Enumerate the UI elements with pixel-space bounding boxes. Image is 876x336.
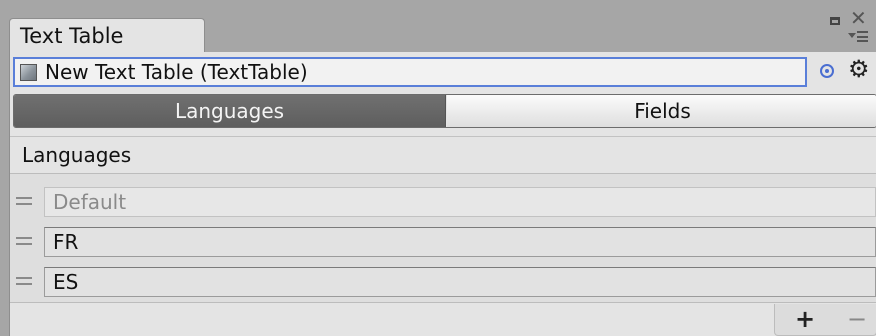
languages-list: Default FR ES [10, 173, 876, 303]
window-controls: ✕ [822, 6, 872, 48]
object-field[interactable]: New Text Table (TextTable) [13, 57, 807, 87]
section-divider [10, 136, 876, 137]
target-icon[interactable] [820, 64, 834, 78]
languages-section-label: Languages [22, 143, 132, 167]
drag-handle-icon[interactable] [16, 277, 32, 285]
language-field-fr[interactable]: FR [44, 227, 876, 257]
add-language-button[interactable]: + [795, 306, 815, 332]
asset-icon [20, 64, 37, 81]
inspector-window: Text Table ✕ New Text Table (TextTable) … [0, 0, 876, 336]
window-tab-title: Text Table [20, 24, 124, 48]
tab-toolbar: Languages Fields [13, 94, 876, 128]
menu-icon[interactable] [848, 30, 868, 44]
drag-handle-icon[interactable] [16, 237, 32, 245]
gear-icon[interactable]: ⚙ [848, 54, 870, 84]
menu-caret [848, 33, 856, 38]
list-item: FR [10, 226, 876, 258]
remove-language-button[interactable]: − [847, 306, 867, 332]
tab-fields[interactable]: Fields [447, 95, 876, 127]
window-tab[interactable]: Text Table [9, 18, 205, 53]
maximize-icon[interactable] [830, 17, 840, 25]
close-icon[interactable]: ✕ [850, 8, 867, 28]
list-item: ES [10, 266, 876, 298]
list-footer: + − [774, 304, 876, 336]
list-item: Default [10, 186, 876, 218]
tab-languages[interactable]: Languages [14, 95, 446, 127]
menu-lines [857, 31, 868, 42]
drag-handle-icon[interactable] [16, 197, 32, 205]
object-field-value: New Text Table (TextTable) [45, 60, 308, 84]
language-field-es[interactable]: ES [44, 267, 876, 297]
inspector-panel: New Text Table (TextTable) ⚙ Languages F… [9, 52, 876, 336]
language-field-default: Default [44, 187, 876, 217]
